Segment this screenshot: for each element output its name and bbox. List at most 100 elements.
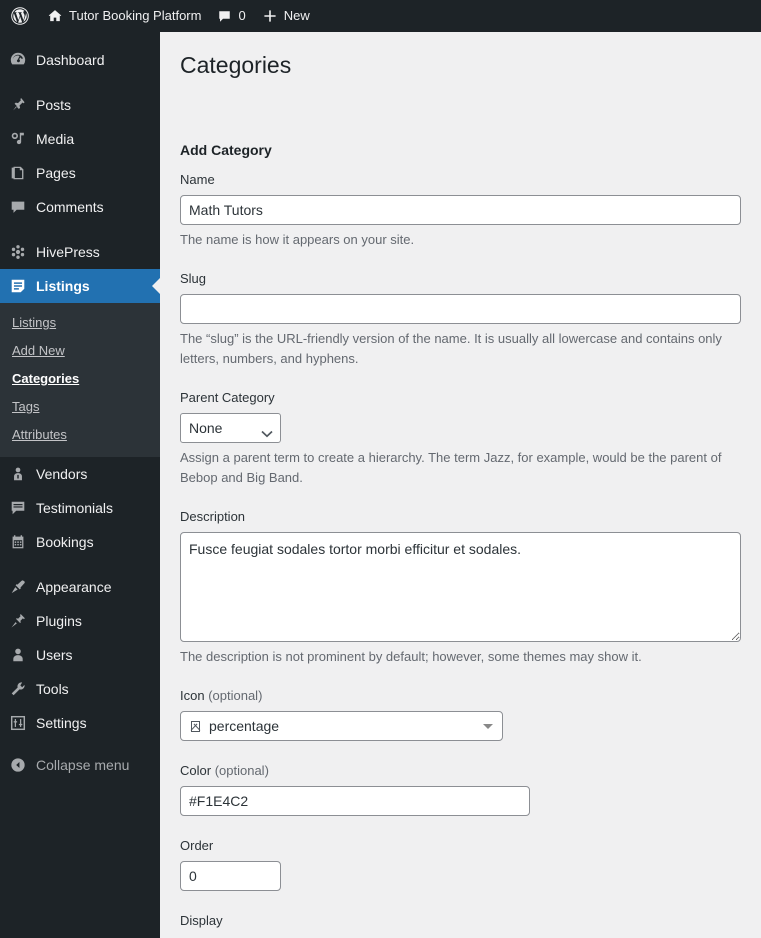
field-color: Color (optional) — [180, 749, 741, 817]
comment-icon — [0, 198, 36, 216]
menu-spacer-3 — [0, 559, 160, 570]
icon-label: Icon (optional) — [180, 688, 741, 711]
color-label-text: Color — [180, 763, 212, 779]
sidebar-item-tags[interactable]: Tags — [0, 393, 160, 421]
icon-selected-label: percentage — [209, 718, 280, 735]
user-icon — [0, 646, 36, 664]
icon-select[interactable]: percentage — [180, 711, 503, 742]
form-heading: Add Category — [180, 141, 272, 158]
sidebar-item-label: Posts — [36, 97, 72, 113]
sidebar-item-label: Dashboard — [36, 52, 105, 68]
sidebar-item-appearance[interactable]: Appearance — [0, 570, 160, 604]
parent-category-select[interactable]: None — [180, 413, 281, 444]
tools-icon — [0, 680, 36, 698]
sidebar-item-listings[interactable]: Listings — [0, 269, 160, 303]
color-label: Color (optional) — [180, 763, 741, 786]
media-icon — [0, 130, 36, 148]
parent-category-select-wrap: None — [180, 413, 281, 444]
display-label: Display — [180, 913, 223, 929]
page-title: Categories — [180, 52, 292, 78]
submenu-item-label: Add New — [12, 343, 65, 358]
sidebar-item-label: Plugins — [36, 613, 82, 629]
order-label: Order — [180, 838, 214, 854]
page-icon — [0, 164, 36, 182]
slug-input[interactable] — [180, 294, 741, 325]
sidebar-item-hivepress[interactable]: HivePress — [0, 235, 160, 269]
dashboard-icon — [0, 51, 36, 69]
sidebar-item-pages[interactable]: Pages — [0, 156, 160, 190]
sidebar-item-label: Pages — [36, 165, 76, 181]
content-body: Categories Add Category Name The name is… — [160, 32, 761, 938]
name-label: Name — [180, 171, 215, 187]
description-help: The description is not prominent by defa… — [180, 648, 642, 664]
sidebar-item-label: Tools — [36, 681, 69, 697]
settings-icon — [0, 714, 36, 732]
comment-bubble-icon — [217, 9, 232, 24]
submenu-item-label: Tags — [12, 399, 40, 414]
collapse-menu-label: Collapse menu — [36, 757, 130, 773]
sidebar-item-attributes[interactable]: Attributes — [0, 421, 160, 449]
wordpress-logo-icon — [10, 6, 30, 26]
sidebar-item-label: HivePress — [36, 244, 100, 260]
listings-icon — [0, 277, 36, 295]
listings-submenu: Listings Add New Categories Tags Attribu… — [0, 303, 160, 457]
sidebar-item-comments[interactable]: Comments — [0, 190, 160, 224]
content-area: Categories Add Category Name The name is… — [160, 32, 761, 938]
sidebar-item-bookings[interactable]: Bookings — [0, 525, 160, 559]
slug-label: Slug — [180, 271, 207, 287]
icon-label-text: Icon — [180, 688, 205, 704]
comments-button[interactable]: 0 — [209, 0, 253, 32]
sidebar-item-plugins[interactable]: Plugins — [0, 604, 160, 638]
add-category-form: Add Category Name The name is how it app… — [180, 85, 741, 938]
calendar-icon — [0, 533, 36, 551]
sidebar-item-label: Media — [36, 131, 75, 147]
parent-category-description: Assign a parent term to create a hierarc… — [180, 450, 722, 485]
description-textarea[interactable]: Fusce feugiat sodales tortor morbi effic… — [180, 531, 741, 642]
sidebar-item-dashboard[interactable]: Dashboard — [0, 43, 160, 77]
sidebar-item-label: Testimonials — [36, 500, 114, 516]
name-description: The name is how it appears on your site. — [180, 231, 415, 247]
field-slug: Slug The “slug” is the URL-friendly vers… — [180, 257, 741, 368]
sidebar-item-categories[interactable]: Categories — [0, 365, 160, 393]
plus-icon — [262, 8, 278, 24]
sidebar-item-media[interactable]: Media — [0, 122, 160, 156]
sidebar-item-label: Appearance — [36, 579, 112, 595]
submenu-item-label: Attributes — [12, 427, 67, 442]
order-input[interactable] — [180, 861, 281, 892]
wordpress-logo-button[interactable] — [0, 0, 39, 32]
collapse-menu-button[interactable]: Collapse menu — [0, 748, 160, 782]
sidebar-item-add-new[interactable]: Add New — [0, 337, 160, 365]
sidebar-item-settings[interactable]: Settings — [0, 706, 160, 740]
sidebar-item-posts[interactable]: Posts — [0, 88, 160, 122]
submenu-item-label: Listings — [12, 315, 57, 330]
name-input[interactable] — [180, 194, 741, 225]
field-name: Name The name is how it appears on your … — [180, 158, 741, 249]
sidebar-item-vendors[interactable]: Vendors — [0, 457, 160, 491]
field-order: Order — [180, 824, 741, 892]
pin-icon — [0, 96, 36, 114]
sidebar-item-listings-sub[interactable]: Listings — [0, 309, 160, 337]
sidebar-item-label: Settings — [36, 715, 87, 731]
sidebar-item-label: Comments — [36, 199, 104, 215]
site-name-label: Tutor Booking Platform — [69, 8, 202, 23]
menu-spacer-1 — [0, 77, 160, 88]
field-icon: Icon (optional) percentage — [180, 674, 741, 742]
menu-spacer-2 — [0, 224, 160, 235]
sidebar-item-testimonials[interactable]: Testimonials — [0, 491, 160, 525]
vendor-icon — [0, 465, 36, 483]
sidebar-item-tools[interactable]: Tools — [0, 672, 160, 706]
slug-description: The “slug” is the URL-friendly version o… — [180, 331, 722, 366]
color-input[interactable] — [180, 786, 530, 817]
chevron-down-icon — [483, 724, 493, 730]
field-display: Display Display subcategories instead of… — [180, 899, 741, 938]
comments-count: 0 — [238, 8, 246, 23]
sidebar-item-users[interactable]: Users — [0, 638, 160, 672]
plugin-icon — [0, 612, 36, 630]
admin-bar: Tutor Booking Platform 0 New — [0, 0, 761, 32]
new-content-button[interactable]: New — [254, 0, 318, 32]
site-name-button[interactable]: Tutor Booking Platform — [39, 0, 209, 32]
menu-spacer-top — [0, 32, 160, 43]
admin-sidebar-menu: Dashboard Posts Media Pages Comments Hiv… — [0, 32, 160, 938]
parent-category-label: Parent Category — [180, 390, 275, 406]
submenu-item-label: Categories — [12, 371, 80, 386]
